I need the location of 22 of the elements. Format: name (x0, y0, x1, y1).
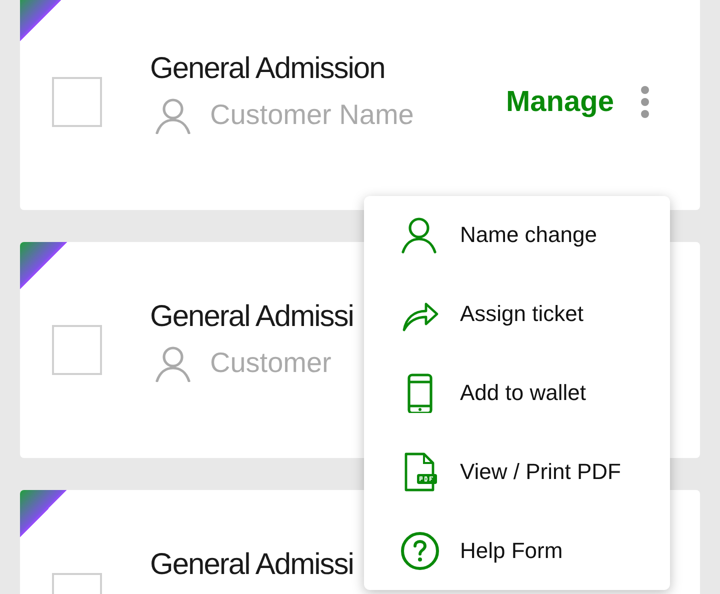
ticket-title: General Admission (150, 52, 386, 86)
more-icon[interactable] (640, 85, 650, 119)
ticket-title: General Admissi (150, 548, 354, 582)
ticket-title: General Admissi (150, 300, 354, 334)
menu-item-label: View / Print PDF (460, 458, 621, 485)
menu-item-label: Assign ticket (460, 301, 584, 328)
menu-item[interactable]: Help Form (364, 511, 670, 590)
help-icon (400, 530, 440, 571)
checkbox[interactable] (52, 325, 102, 375)
customer-name: Customer (210, 347, 332, 379)
menu-item[interactable]: Add to wallet (364, 354, 670, 432)
manage-button[interactable]: Manage (506, 86, 614, 118)
menu-item-label: Name change (460, 222, 597, 248)
menu-item-label: Add to wallet (460, 380, 586, 406)
customer-name: Customer Name (210, 99, 414, 131)
person-icon (154, 96, 192, 134)
checkbox[interactable] (52, 77, 102, 127)
menu-item-label: Help Form (460, 538, 563, 564)
menu-item[interactable]: Name change (364, 196, 670, 275)
menu-item[interactable]: Assign ticket (364, 274, 670, 354)
menu-item[interactable]: View / Print PDF (364, 432, 670, 512)
person-icon (154, 344, 192, 382)
